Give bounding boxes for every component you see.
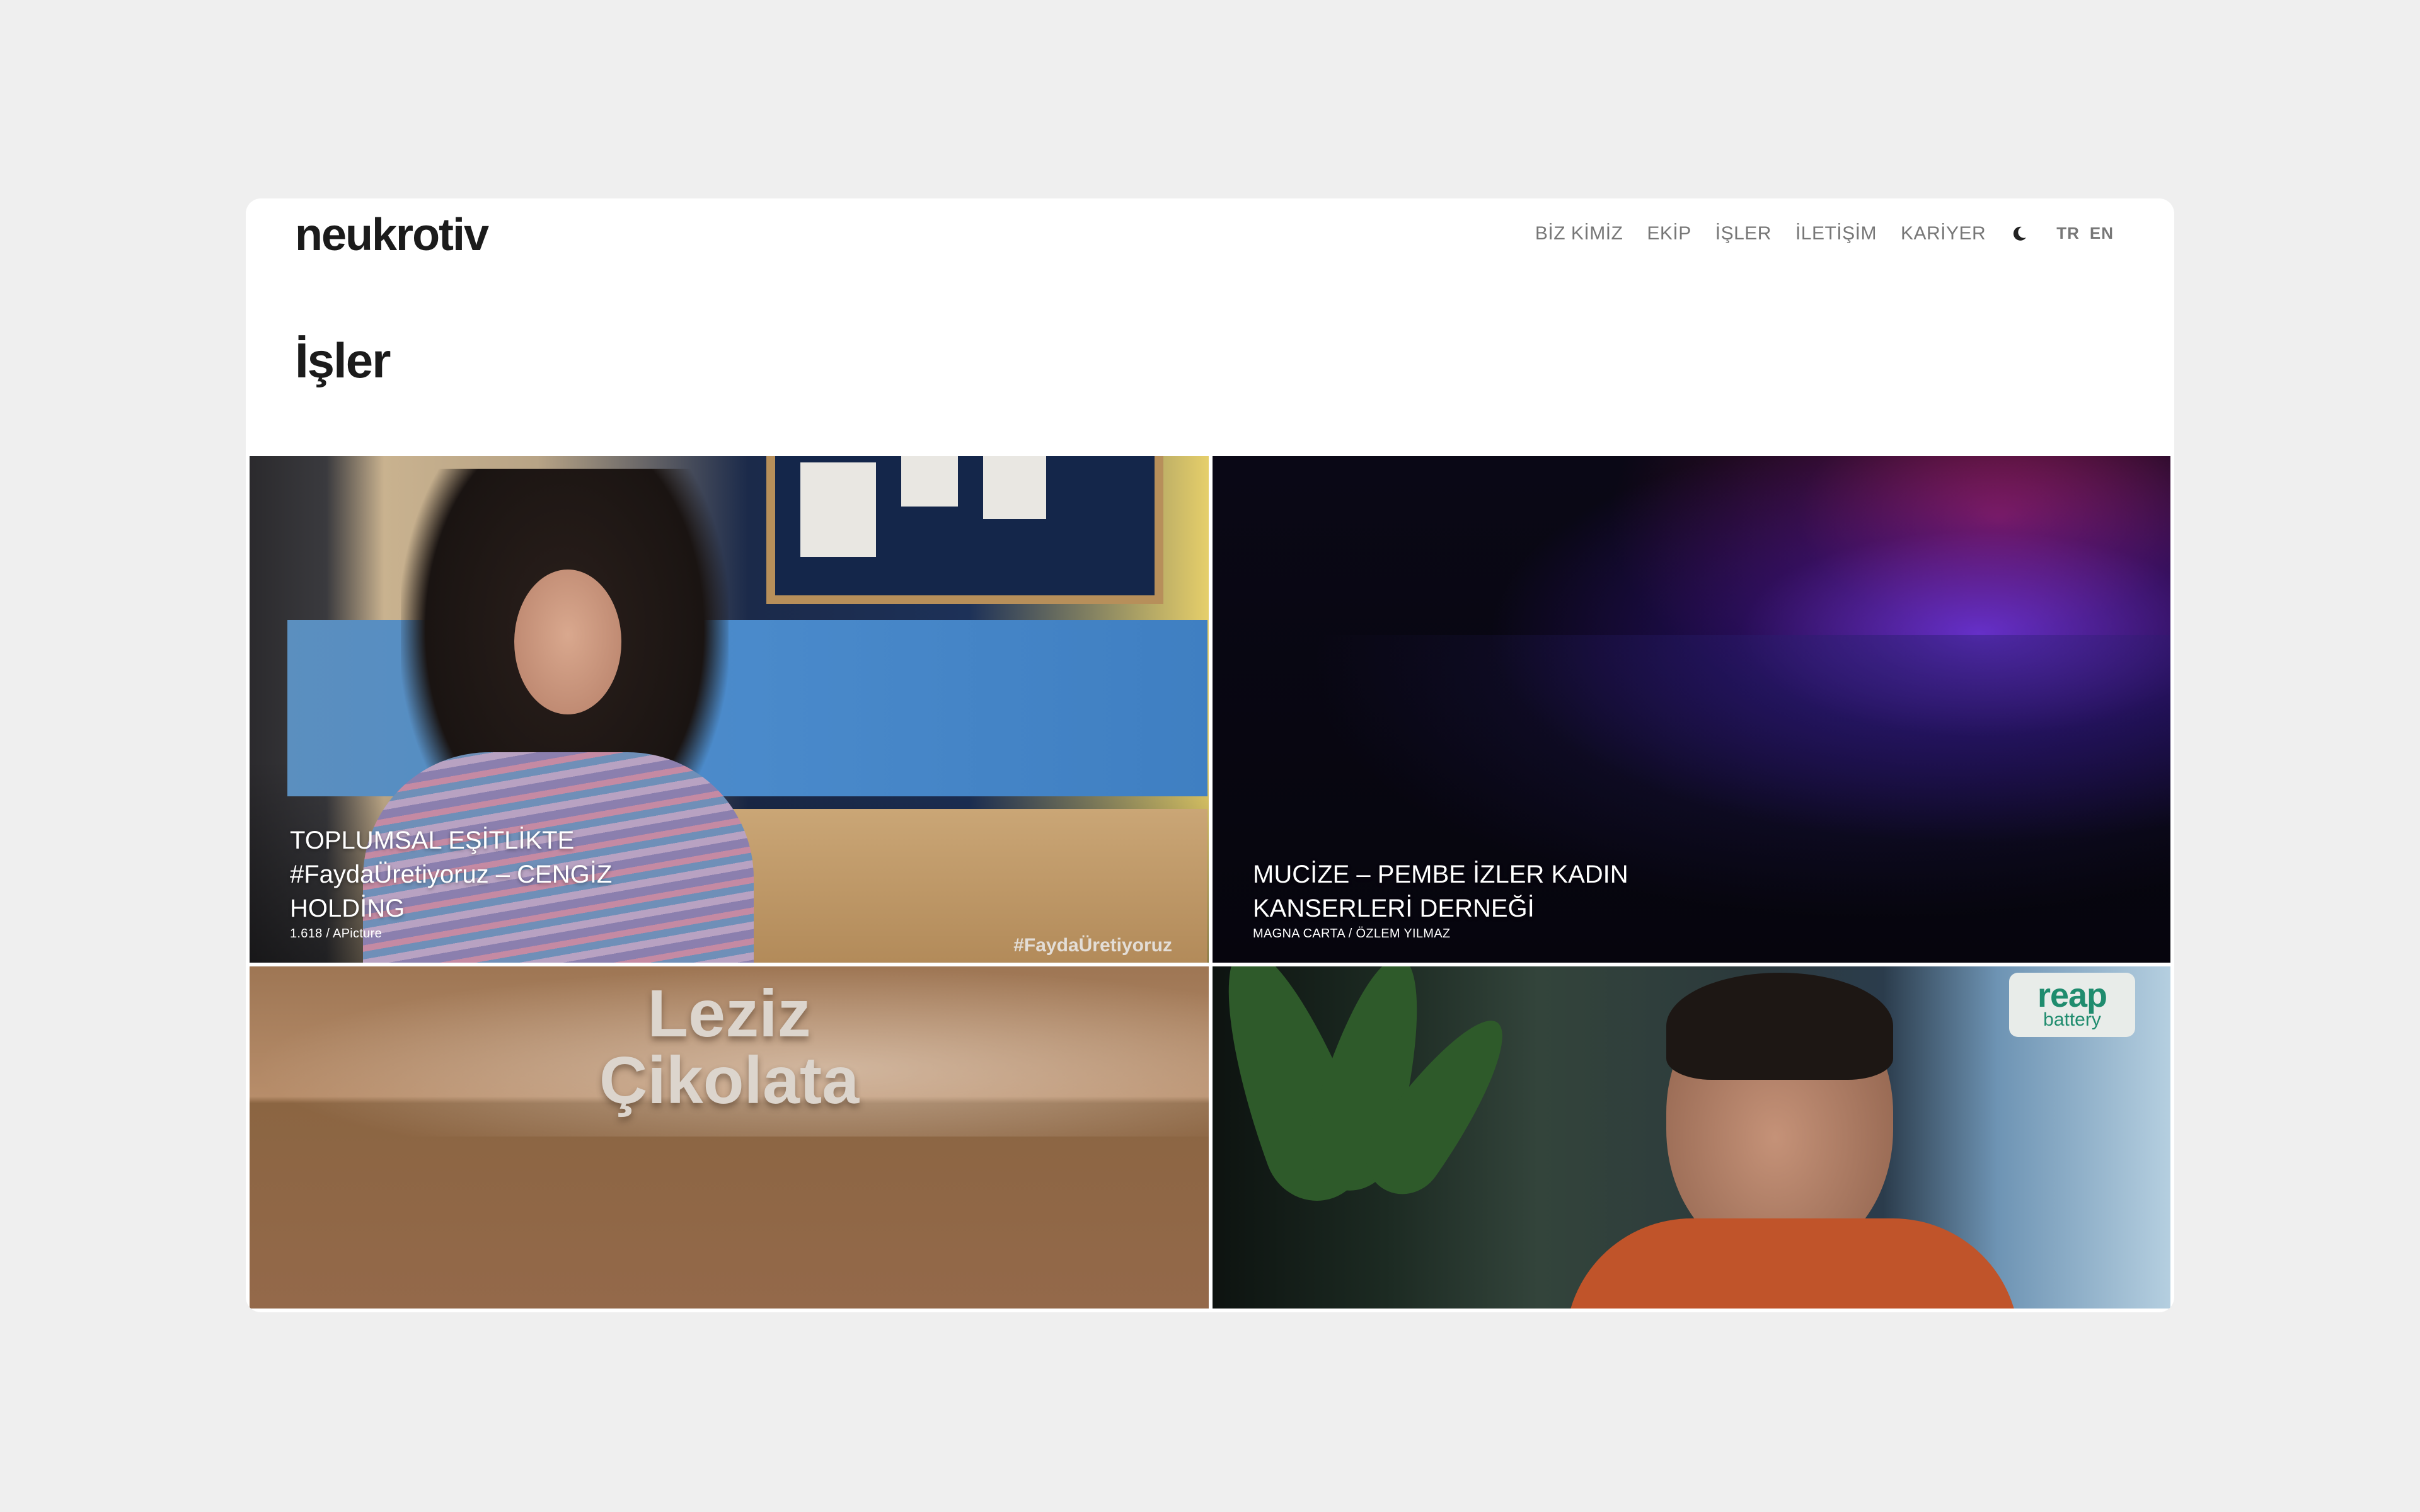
brand-logo-badge: reap battery	[2009, 973, 2135, 1037]
thumbnail-headline: Leziz Çikolata	[250, 980, 1209, 1114]
thumbnail-face	[514, 570, 621, 714]
thumbnail-hair	[1666, 973, 1893, 1080]
site-header: neukrotiv BİZ KİMİZ EKİP İŞLER İLETİŞİM …	[246, 198, 2174, 261]
work-card-leziz-cikolata[interactable]: Leziz Çikolata	[250, 966, 1209, 1309]
brand-logo-line-1: reap	[2037, 976, 2107, 1014]
work-subtitle: 1.618 / APicture	[290, 927, 383, 941]
nav-item-ekip[interactable]: EKİP	[1647, 224, 1691, 243]
browser-window: neukrotiv BİZ KİMİZ EKİP İŞLER İLETİŞİM …	[246, 198, 2174, 1312]
thumbnail-paper	[901, 456, 958, 507]
work-card-reap-battery[interactable]: reap battery	[1213, 966, 2170, 1309]
lang-en[interactable]: EN	[2090, 224, 2114, 243]
nav-item-kariyer[interactable]: KARİYER	[1901, 224, 1986, 243]
lang-tr[interactable]: TR	[2056, 224, 2080, 243]
work-subtitle: MAGNA CARTA / ÖZLEM YILMAZ	[1253, 927, 1451, 941]
thumbnail-shirt	[1565, 1218, 2019, 1309]
work-title: TOPLUMSAL EŞİTLİKTE #FaydaÜretiyoruz – C…	[290, 827, 613, 922]
moon-icon[interactable]	[2010, 224, 2029, 243]
thumbnail-board	[766, 456, 1163, 604]
video-watermark: #FaydaÜretiyoruz	[1013, 935, 1172, 956]
language-switcher: TR EN	[2056, 224, 2114, 243]
site-logo[interactable]: neukrotiv	[295, 212, 489, 258]
work-card-cengiz-holding[interactable]: TOPLUMSAL EŞİTLİKTE #FaydaÜretiyoruz – C…	[250, 456, 1209, 963]
headline-line-2: Çikolata	[599, 1043, 860, 1118]
work-caption: MUCİZE – PEMBE İZLER KADIN KANSERLERİ DE…	[1253, 857, 1669, 941]
thumbnail-paper	[983, 456, 1046, 519]
headline-line-1: Leziz	[647, 976, 811, 1051]
thumbnail-paper	[800, 462, 876, 557]
main-nav: BİZ KİMİZ EKİP İŞLER İLETİŞİM KARİYER TR…	[1535, 224, 2114, 243]
work-title: MUCİZE – PEMBE İZLER KADIN KANSERLERİ DE…	[1253, 861, 1628, 922]
page-title: İşler	[295, 333, 391, 388]
work-card-mucize[interactable]: MUCİZE – PEMBE İZLER KADIN KANSERLERİ DE…	[1213, 456, 2170, 963]
nav-item-iletisim[interactable]: İLETİŞİM	[1795, 224, 1877, 243]
works-grid: TOPLUMSAL EŞİTLİKTE #FaydaÜretiyoruz – C…	[250, 456, 2170, 1309]
nav-item-biz-kimiz[interactable]: BİZ KİMİZ	[1535, 224, 1623, 243]
brand-logo-line-2: battery	[2043, 1009, 2101, 1031]
work-caption: TOPLUMSAL EŞİTLİKTE #FaydaÜretiyoruz – C…	[290, 823, 681, 941]
nav-item-isler[interactable]: İŞLER	[1715, 224, 1772, 243]
